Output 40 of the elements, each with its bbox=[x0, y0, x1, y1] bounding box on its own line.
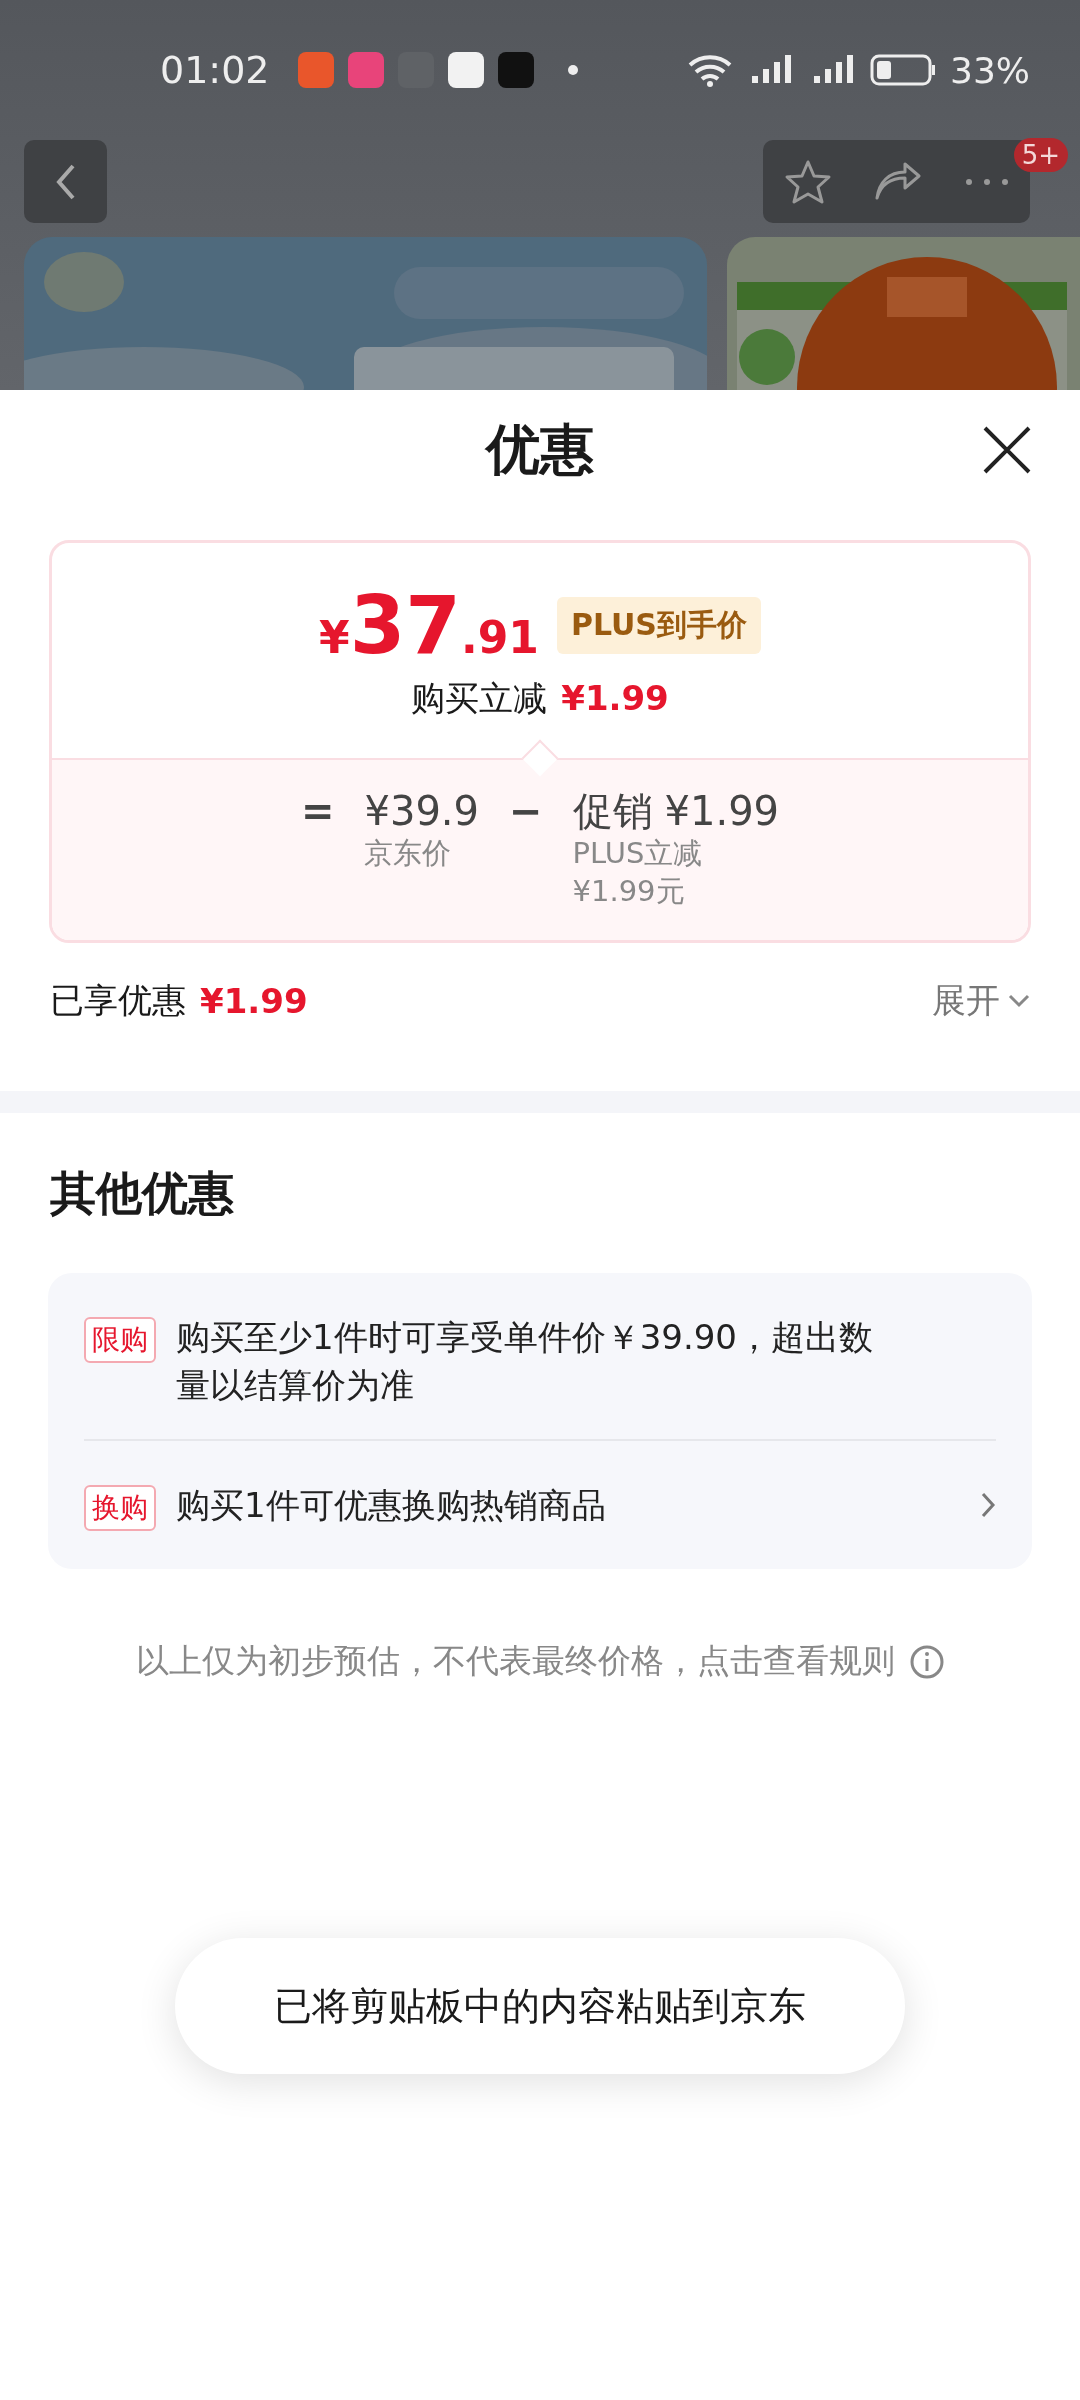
notification-badge: 5+ bbox=[1013, 138, 1068, 172]
app-icon bbox=[497, 52, 534, 88]
dot-icon bbox=[567, 65, 578, 75]
status-time: 01:02 bbox=[160, 48, 270, 92]
sheet-title: 优惠 bbox=[486, 416, 594, 483]
promo-detail: PLUS立减 bbox=[572, 835, 704, 872]
section-title: 其他优惠 bbox=[50, 1165, 235, 1222]
offer-text[interactable]: 购买1件可优惠换购热销商品 bbox=[176, 1481, 896, 1529]
offer-tag: 换购 bbox=[84, 1485, 156, 1531]
promo-detail: ¥1.99元 bbox=[572, 873, 686, 910]
reduction-value: ¥1.99 bbox=[561, 678, 669, 718]
offer-text: 购买至少1件时可享受单件价￥39.90，超出数量以结算价为准 bbox=[176, 1316, 874, 1407]
info-icon[interactable] bbox=[908, 1643, 945, 1680]
base-price: ¥39.9 bbox=[364, 788, 479, 834]
back-button[interactable] bbox=[24, 140, 107, 223]
app-icon bbox=[297, 52, 334, 88]
base-label: 京东价 bbox=[364, 835, 453, 872]
wifi-icon bbox=[688, 53, 732, 87]
promo-label: 促销 bbox=[572, 788, 653, 834]
battery-icon bbox=[870, 54, 936, 86]
minus-sign: − bbox=[509, 788, 543, 836]
battery-percent: 33% bbox=[950, 49, 1030, 91]
chevron-icon[interactable] bbox=[980, 1491, 996, 1519]
chevron-down-icon[interactable] bbox=[1008, 994, 1030, 1008]
close-icon[interactable] bbox=[982, 425, 1032, 475]
disclaimer-note[interactable]: 以上仅为初步预估，不代表最终价格，点击查看规则 bbox=[135, 1639, 895, 1684]
app-icon bbox=[447, 52, 484, 88]
enjoyed-label: 已享优惠 bbox=[50, 979, 186, 1022]
final-price: ¥37.91 bbox=[319, 579, 539, 672]
expand-button[interactable]: 展开 bbox=[932, 978, 1030, 1024]
reduction-label: 购买立减 bbox=[411, 677, 548, 720]
price-tag: PLUS到手价 bbox=[556, 597, 761, 654]
more-icon[interactable] bbox=[965, 177, 1010, 186]
app-icon bbox=[347, 52, 384, 88]
toast-message: 已将剪贴板中的内容粘贴到京东 bbox=[175, 1938, 905, 2074]
star-icon[interactable] bbox=[783, 158, 832, 205]
promo-value: ¥1.99 bbox=[664, 788, 780, 834]
equals-sign: = bbox=[300, 788, 335, 836]
offer-tag: 限购 bbox=[84, 1317, 156, 1363]
enjoyed-value: ¥1.99 bbox=[200, 981, 308, 1021]
